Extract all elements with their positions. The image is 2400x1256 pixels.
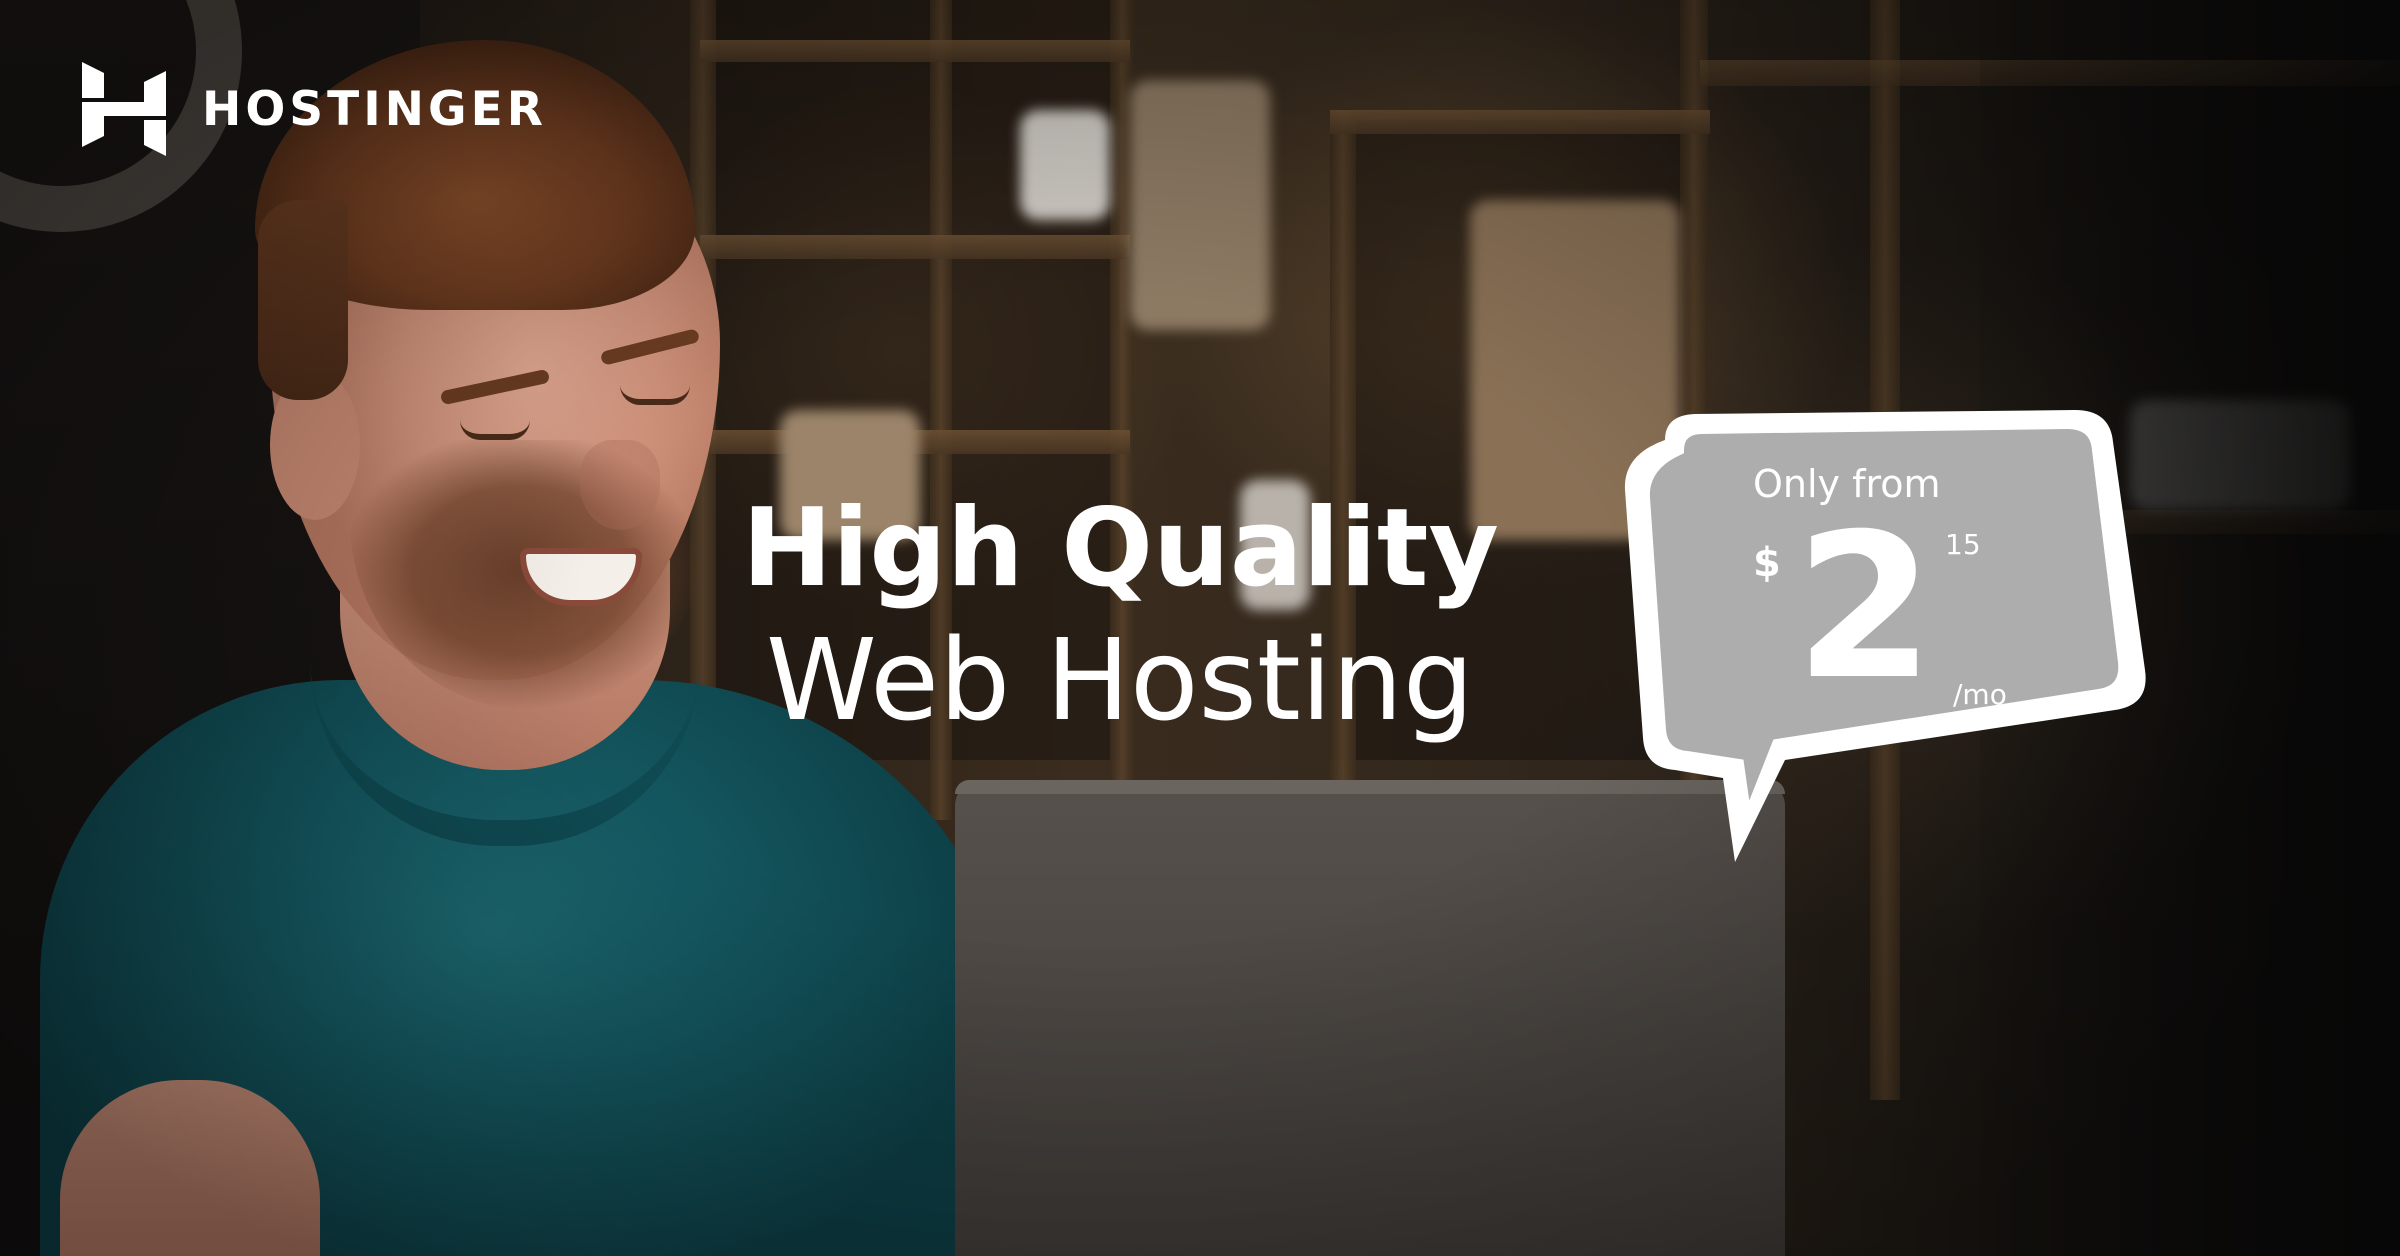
hostinger-h-icon	[82, 62, 166, 156]
headline: High Quality Web Hosting	[742, 486, 1499, 746]
price-cents: 15	[1945, 528, 1981, 561]
brand-logo[interactable]: HOSTINGER	[82, 62, 547, 156]
brand-name: HOSTINGER	[202, 81, 547, 137]
price-period: /mo	[1953, 678, 2007, 711]
price-currency: $	[1753, 540, 1781, 586]
price-amount: 2	[1795, 491, 1935, 724]
price-bubble[interactable]: Only from $ 2 15 /mo	[1605, 400, 2150, 870]
headline-line-1: High Quality	[742, 486, 1499, 611]
headline-line-2: Web Hosting	[766, 616, 1474, 746]
